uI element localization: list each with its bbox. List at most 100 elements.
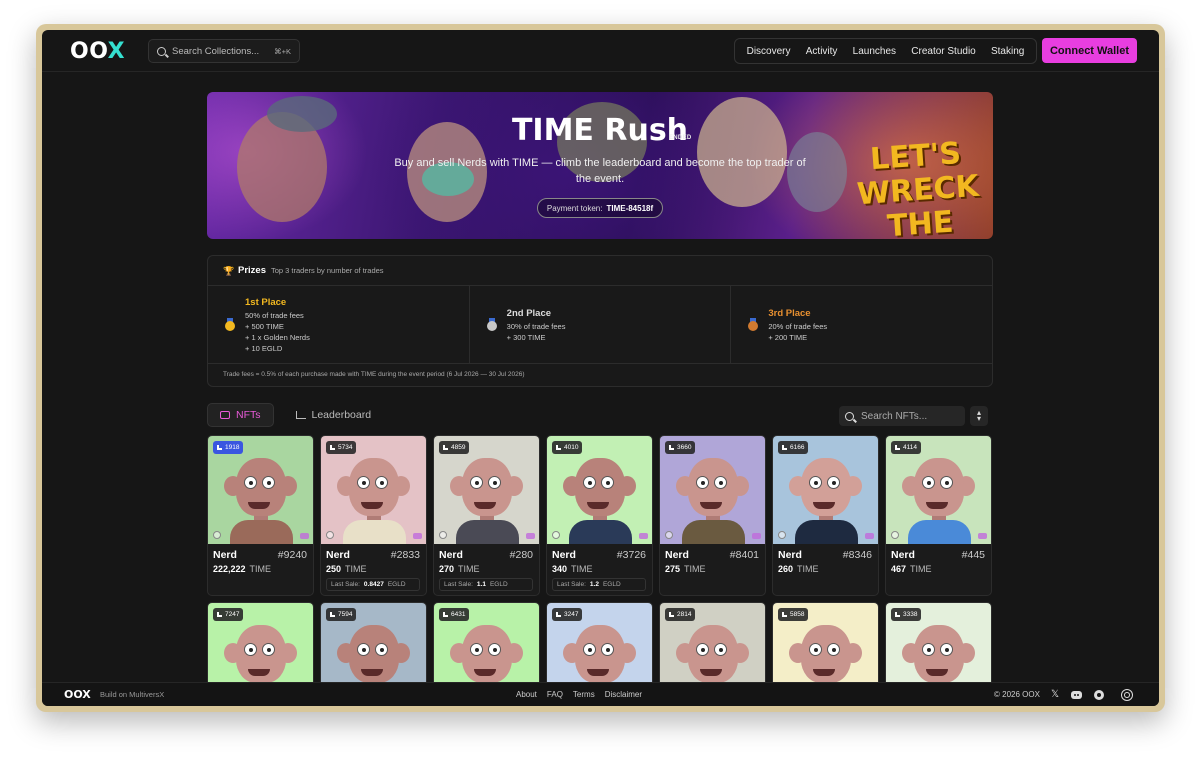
nav-creator-studio[interactable]: Creator Studio xyxy=(911,46,975,57)
currency-icon xyxy=(665,531,673,539)
logo[interactable]: OOX xyxy=(70,39,125,64)
nft-info: Nerd #9240 222,222 TIME xyxy=(208,544,313,576)
nft-card[interactable]: 5734 Nerd #2833 250 TIME Last Sale: 0.8427 EGLD xyxy=(320,435,427,596)
nft-price: 340 xyxy=(552,564,568,574)
footer-link-about[interactable]: About xyxy=(516,690,537,699)
footer-link-disclaimer[interactable]: Disclaimer xyxy=(605,690,642,699)
nft-info: Nerd #3726 340 TIME Last Sale: 1.2 EGLD xyxy=(547,544,652,591)
nft-art-eye xyxy=(601,476,614,489)
nft-image[interactable]: 5734 xyxy=(321,436,426,544)
nft-info: Nerd #8346 260 TIME xyxy=(773,544,878,576)
rarity-rank: 3660 xyxy=(677,444,692,451)
nft-image[interactable]: 4114 xyxy=(886,436,991,544)
nft-art-body xyxy=(682,520,745,544)
nft-art-mouth xyxy=(587,502,609,509)
nft-card[interactable]: 4010 Nerd #3726 340 TIME Last Sale: 1.2 EGLD xyxy=(546,435,653,596)
rank-icon xyxy=(669,445,674,450)
nft-art-mouth xyxy=(474,502,496,509)
event-title: TIME Rush xyxy=(511,113,689,148)
nft-art-eye xyxy=(940,476,953,489)
connect-wallet-button[interactable]: Connect Wallet xyxy=(1042,38,1137,63)
rank-icon xyxy=(330,612,335,617)
nft-number: #9240 xyxy=(277,549,307,561)
theme-toggle-icon[interactable] xyxy=(1124,691,1131,698)
prize-first-text: 1st Place 50% of trade fees + 500 TIME +… xyxy=(245,296,310,354)
nft-search-input[interactable]: Search NFTs... xyxy=(839,406,965,426)
last-sale: Last Sale: 0.8427 EGLD xyxy=(326,578,420,591)
footer-copyright: © 2026 OOX xyxy=(994,690,1040,699)
tab-leaderboard[interactable]: Leaderboard xyxy=(284,403,384,427)
nft-price-token: TIME xyxy=(684,564,706,574)
tab-nfts[interactable]: NFTs xyxy=(207,403,274,427)
nft-art-eye xyxy=(262,476,275,489)
nft-name: Nerd xyxy=(552,549,576,561)
collection-search[interactable]: Search Collections... ⌘+K xyxy=(148,39,300,63)
nft-image[interactable]: 4010 xyxy=(547,436,652,544)
nft-art-eye xyxy=(583,476,596,489)
nav-discovery[interactable]: Discovery xyxy=(747,46,791,57)
nft-art-eye xyxy=(583,643,596,656)
nft-card[interactable]: 4114 Nerd #445 467 TIME xyxy=(885,435,992,596)
nft-art-body xyxy=(569,520,632,544)
collection-mark-icon xyxy=(413,533,422,539)
nft-price: 250 xyxy=(326,564,342,574)
nft-price-row: 222,222 TIME xyxy=(213,562,307,576)
rarity-rank-badge: 6166 xyxy=(778,441,809,454)
nft-art-eye xyxy=(357,476,370,489)
github-icon[interactable] xyxy=(1094,689,1105,700)
rarity-rank: 4010 xyxy=(564,444,579,451)
discord-icon[interactable] xyxy=(1071,690,1083,699)
nft-image[interactable]: 3660 xyxy=(660,436,765,544)
currency-icon xyxy=(778,531,786,539)
search-icon xyxy=(157,46,166,56)
nft-art-eye xyxy=(244,476,257,489)
trade-fees-note: Trade fees = 0.5% of each purchase made … xyxy=(223,371,525,378)
nft-price-token: TIME xyxy=(249,564,272,574)
nft-art-eye xyxy=(470,476,483,489)
collection-mark-icon xyxy=(865,533,874,539)
nft-card[interactable]: 3660 Nerd #8401 275 TIME xyxy=(659,435,766,596)
nft-title-row: Nerd #8346 xyxy=(778,548,872,562)
footer-link-terms[interactable]: Terms xyxy=(573,690,595,699)
rarity-rank: 4859 xyxy=(451,444,466,451)
nft-price: 275 xyxy=(665,564,681,574)
last-sale-label: Last Sale: xyxy=(444,581,473,588)
rarity-rank: 1918 xyxy=(225,444,240,451)
nft-image[interactable]: 1918 xyxy=(208,436,313,544)
x-icon[interactable]: 𝕏 xyxy=(1051,689,1059,700)
nav-staking[interactable]: Staking xyxy=(991,46,1024,57)
nft-card[interactable]: 4859 Nerd #280 270 TIME Last Sale: 1.1 EGLD xyxy=(433,435,540,596)
footer-link-faq[interactable]: FAQ xyxy=(547,690,563,699)
nft-info: Nerd #8401 275 TIME xyxy=(660,544,765,576)
content-tabs: NFTs Leaderboard xyxy=(207,403,383,427)
nav-launches[interactable]: Launches xyxy=(853,46,896,57)
nft-art-eye xyxy=(470,643,483,656)
nft-card[interactable]: 6166 Nerd #8346 260 TIME xyxy=(772,435,879,596)
nft-price-token: TIME xyxy=(797,564,819,574)
rank-icon xyxy=(782,612,787,617)
nft-number: #8401 xyxy=(729,549,759,561)
nft-art-mouth xyxy=(248,502,270,509)
prize-second: 2nd Place 30% of trade fees + 300 TIME xyxy=(470,286,732,363)
nft-art-eye xyxy=(357,643,370,656)
nft-art-eye xyxy=(922,643,935,656)
nft-title-row: Nerd #2833 xyxy=(326,548,420,562)
nft-price-row: 260 TIME xyxy=(778,562,872,576)
nft-art-mouth xyxy=(361,502,383,509)
prize-first-line-4: + 10 EGLD xyxy=(245,344,283,353)
nft-art-body xyxy=(456,520,519,544)
footer-logo[interactable]: OOX xyxy=(64,688,91,701)
rarity-rank-badge: 3247 xyxy=(552,608,583,621)
nft-image[interactable]: 6166 xyxy=(773,436,878,544)
prize-second-place: 2nd Place xyxy=(506,308,552,319)
nav-activity[interactable]: Activity xyxy=(806,46,838,57)
prize-second-line-1: 30% of trade fees xyxy=(506,322,566,331)
nft-art-mouth xyxy=(926,502,948,509)
nft-image[interactable]: 4859 xyxy=(434,436,539,544)
rarity-rank-badge: 7594 xyxy=(326,608,357,621)
silver-medal-icon xyxy=(486,318,498,332)
sort-button[interactable]: ▴ ▾ xyxy=(970,406,988,426)
rank-icon xyxy=(217,612,222,617)
rarity-rank: 5858 xyxy=(790,611,805,618)
nft-card[interactable]: 1918 Nerd #9240 222,222 TIME xyxy=(207,435,314,596)
